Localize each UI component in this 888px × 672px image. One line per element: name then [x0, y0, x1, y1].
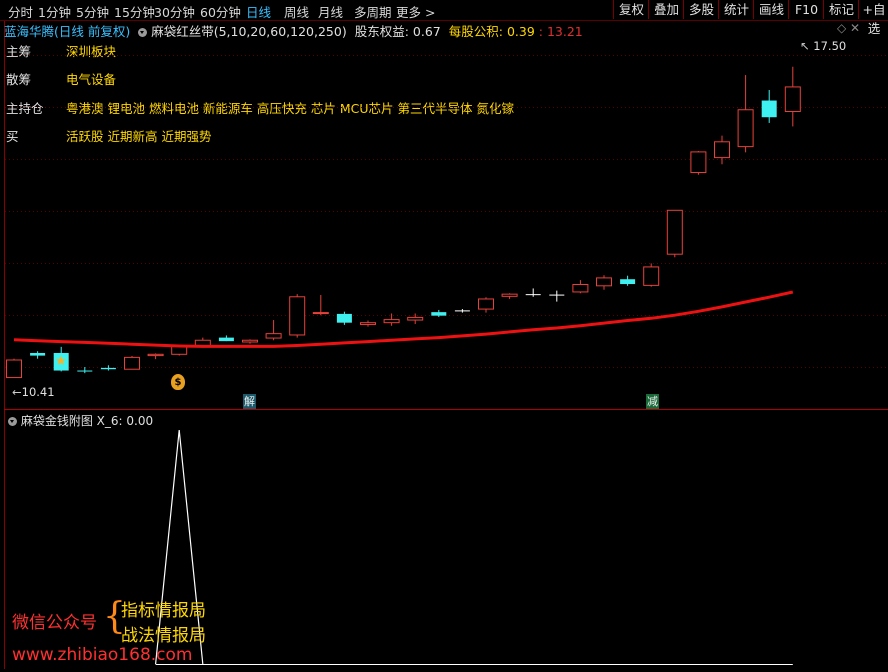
watermark-line2: 战法情报局	[121, 626, 206, 646]
candle-body	[312, 312, 329, 315]
low-price: 10.41	[21, 385, 55, 399]
candle-body	[643, 266, 660, 286]
candlestick-chart[interactable]	[0, 0, 888, 672]
candle-body	[218, 337, 234, 342]
candle-body	[147, 353, 164, 357]
marker-jie: 解	[243, 394, 256, 409]
candle-body	[383, 319, 400, 324]
sub-chart-header: 麻袋金钱附图 X_6: 0.00	[8, 412, 153, 429]
candle-body	[336, 313, 352, 323]
high-price: 17.50	[813, 39, 847, 53]
candle-body	[242, 339, 258, 343]
candle-body	[737, 109, 754, 148]
candle-body	[761, 100, 777, 118]
candle-body	[572, 283, 589, 293]
candle-body	[596, 277, 612, 287]
candle-body	[620, 279, 636, 285]
candle-body	[431, 312, 447, 316]
candle-body	[124, 356, 140, 370]
candle-body	[666, 209, 683, 255]
dropdown-circle-icon[interactable]	[8, 417, 17, 426]
candle-body	[360, 322, 376, 325]
candle-body	[100, 367, 116, 370]
candle-body	[265, 333, 282, 339]
low-price-annotation: ←10.41	[12, 385, 55, 399]
marker-jian: 减	[646, 394, 659, 409]
sub-chart-lines	[155, 429, 793, 665]
candle-body	[6, 359, 22, 379]
candle-body	[77, 370, 93, 372]
wechat-label: 微信公众号	[12, 613, 97, 633]
candle-body	[407, 316, 424, 321]
candle-body	[289, 296, 306, 336]
sub-chart-title[interactable]: 麻袋金钱附图	[21, 414, 93, 428]
candle-body	[454, 310, 470, 312]
sub-series-label: X_6:	[96, 414, 123, 428]
candle-body	[478, 298, 494, 310]
moneybag-icon: $	[171, 374, 185, 390]
panel-separator[interactable]	[4, 409, 888, 410]
ma-line	[13, 290, 794, 348]
sub-series-value: 0.00	[126, 414, 154, 428]
watermark-url[interactable]: www.zhibiao168.com	[12, 645, 192, 665]
star-icon: ★	[55, 354, 67, 369]
high-price-annotation: ↖ 17.50	[800, 39, 847, 53]
candle-body	[784, 86, 801, 113]
candle-body	[525, 294, 541, 296]
candle-body	[714, 141, 730, 159]
grid-lines	[5, 55, 888, 368]
candle-body	[549, 294, 565, 296]
candles	[6, 66, 801, 379]
candle-body	[30, 352, 46, 356]
watermark-line1: 指标情报局	[121, 601, 206, 621]
candle-body	[501, 293, 518, 297]
candle-body	[690, 151, 707, 174]
